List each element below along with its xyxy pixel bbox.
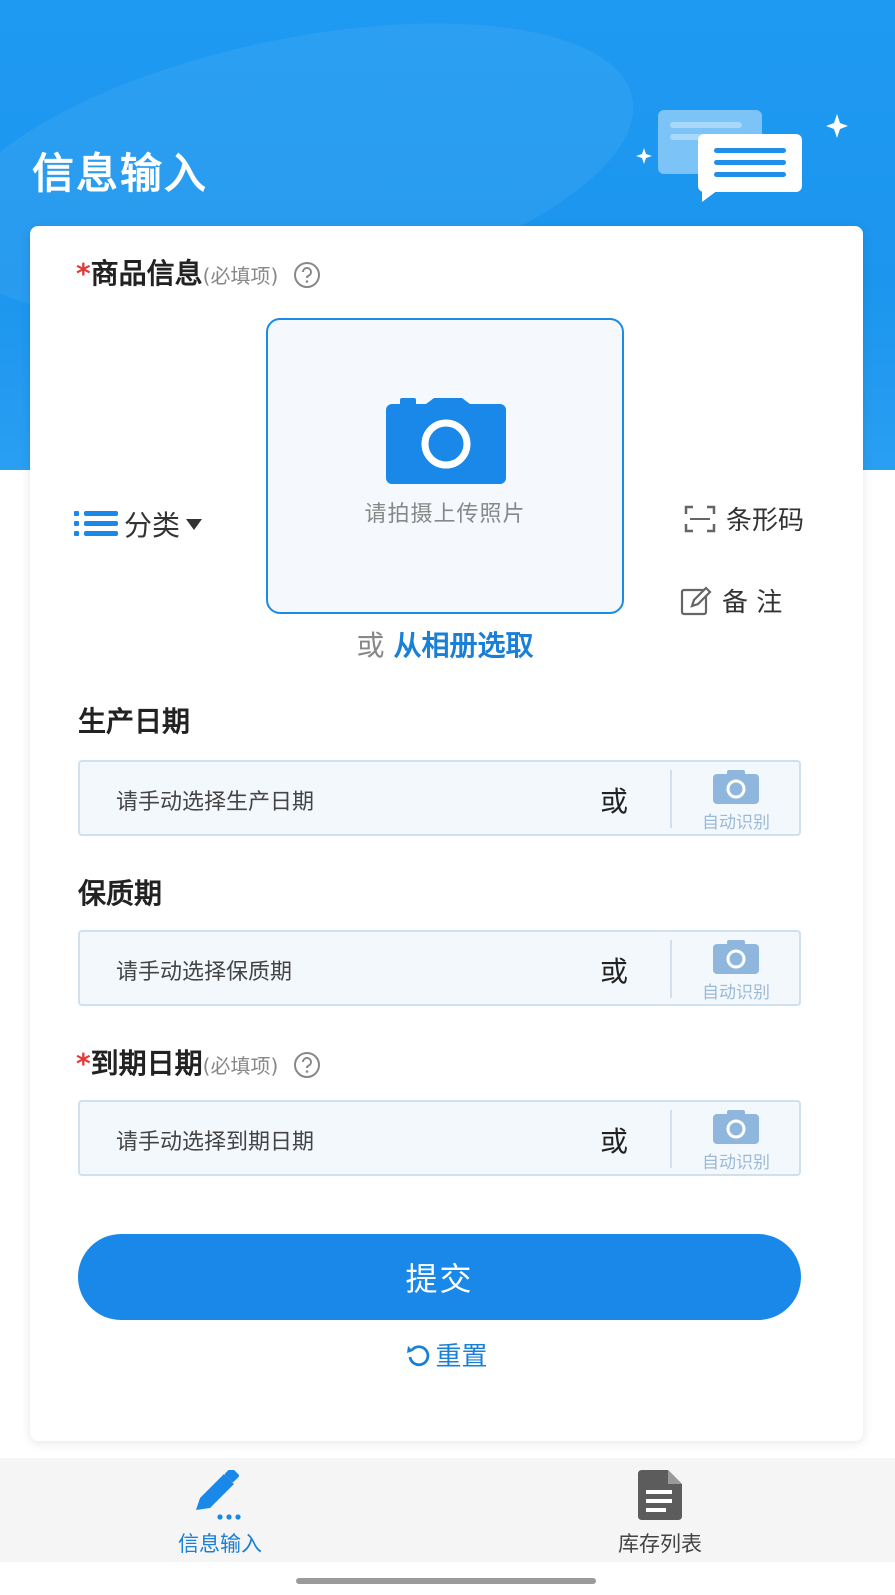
expiry-date-auto-recognize-button[interactable]: 自动识别 <box>680 1110 792 1173</box>
divider <box>670 1110 672 1168</box>
shelf-life-field: 请手动选择保质期 或 自动识别 <box>78 930 801 1006</box>
photo-upload-area[interactable]: 请拍摄上传照片 <box>266 318 624 614</box>
document-icon <box>638 1470 682 1520</box>
expiry-date-input[interactable]: 请手动选择到期日期 <box>116 1124 314 1156</box>
production-date-title: 生产日期 <box>78 705 191 738</box>
divider <box>670 770 672 828</box>
shelf-life-auto-recognize-button[interactable]: 自动识别 <box>680 940 792 1003</box>
note-button[interactable]: 备 注 <box>680 582 782 619</box>
reset-button[interactable]: 重置 <box>30 1336 863 1373</box>
expiry-date-or: 或 <box>600 1125 629 1158</box>
product-info-label: 商品信息 <box>90 257 203 290</box>
expiry-date-field: 请手动选择到期日期 或 自动识别 <box>78 1100 801 1176</box>
product-info-title: *商品信息(必填项) <box>76 252 322 292</box>
upload-prompt: 请拍摄上传照片 <box>364 502 526 527</box>
camera-icon <box>713 1110 759 1144</box>
expiry-date-title: *到期日期(必填项) <box>76 1042 322 1082</box>
auto-recognize-label: 自动识别 <box>702 1153 770 1173</box>
help-icon[interactable] <box>292 260 322 290</box>
required-mark: * <box>76 257 91 290</box>
auto-recognize-label: 自动识别 <box>702 983 770 1003</box>
shelf-life-or: 或 <box>600 955 629 988</box>
reset-label: 重置 <box>435 1342 488 1372</box>
camera-icon <box>713 770 759 804</box>
expiry-date-label: 到期日期 <box>90 1047 203 1080</box>
category-dropdown[interactable]: 分类 <box>74 504 204 544</box>
refresh-icon <box>407 1344 430 1366</box>
choose-from-album-link[interactable]: 从相册选取 <box>393 629 533 662</box>
note-label: 备 注 <box>722 588 783 618</box>
chat-bubbles-icon <box>636 110 848 202</box>
bottom-tab-bar: 信息输入 库存列表 <box>0 1458 895 1562</box>
required-hint: (必填项) <box>202 264 279 288</box>
required-mark: * <box>76 1047 91 1080</box>
production-date-auto-recognize-button[interactable]: 自动识别 <box>680 770 792 833</box>
camera-icon <box>713 940 759 974</box>
page-title: 信息输入 <box>32 149 209 198</box>
required-hint: (必填项) <box>202 1054 279 1078</box>
camera-icon <box>386 398 506 484</box>
tab-inventory-list[interactable]: 库存列表 <box>560 1458 760 1562</box>
help-icon[interactable] <box>292 1050 322 1080</box>
shelf-life-title: 保质期 <box>78 877 163 910</box>
edit-icon <box>196 1470 241 1520</box>
tab-info-input[interactable]: 信息输入 <box>120 1458 320 1562</box>
home-indicator <box>296 1578 596 1584</box>
form-card: *商品信息(必填项) 分类 请拍摄上传照片 或 从相册选取 条形码 备 注 生产… <box>30 226 863 1441</box>
production-date-field: 请手动选择生产日期 或 自动识别 <box>78 760 801 836</box>
tab-label: 信息输入 <box>178 1532 262 1556</box>
barcode-button[interactable]: 条形码 <box>684 500 804 537</box>
divider <box>670 940 672 998</box>
tab-label: 库存列表 <box>618 1532 702 1556</box>
album-or-text: 或 <box>356 629 385 662</box>
edit-note-icon <box>680 585 712 615</box>
barcode-label: 条形码 <box>726 506 805 536</box>
category-label: 分类 <box>124 509 181 542</box>
album-select: 或 从相册选取 <box>266 624 624 664</box>
auto-recognize-label: 自动识别 <box>702 813 770 833</box>
submit-button[interactable]: 提交 <box>78 1234 801 1320</box>
production-date-input[interactable]: 请手动选择生产日期 <box>116 784 314 816</box>
scan-icon <box>684 505 716 532</box>
list-icon <box>74 511 118 536</box>
production-date-or: 或 <box>600 785 629 818</box>
caret-down-icon <box>186 519 203 530</box>
shelf-life-input[interactable]: 请手动选择保质期 <box>116 954 292 986</box>
